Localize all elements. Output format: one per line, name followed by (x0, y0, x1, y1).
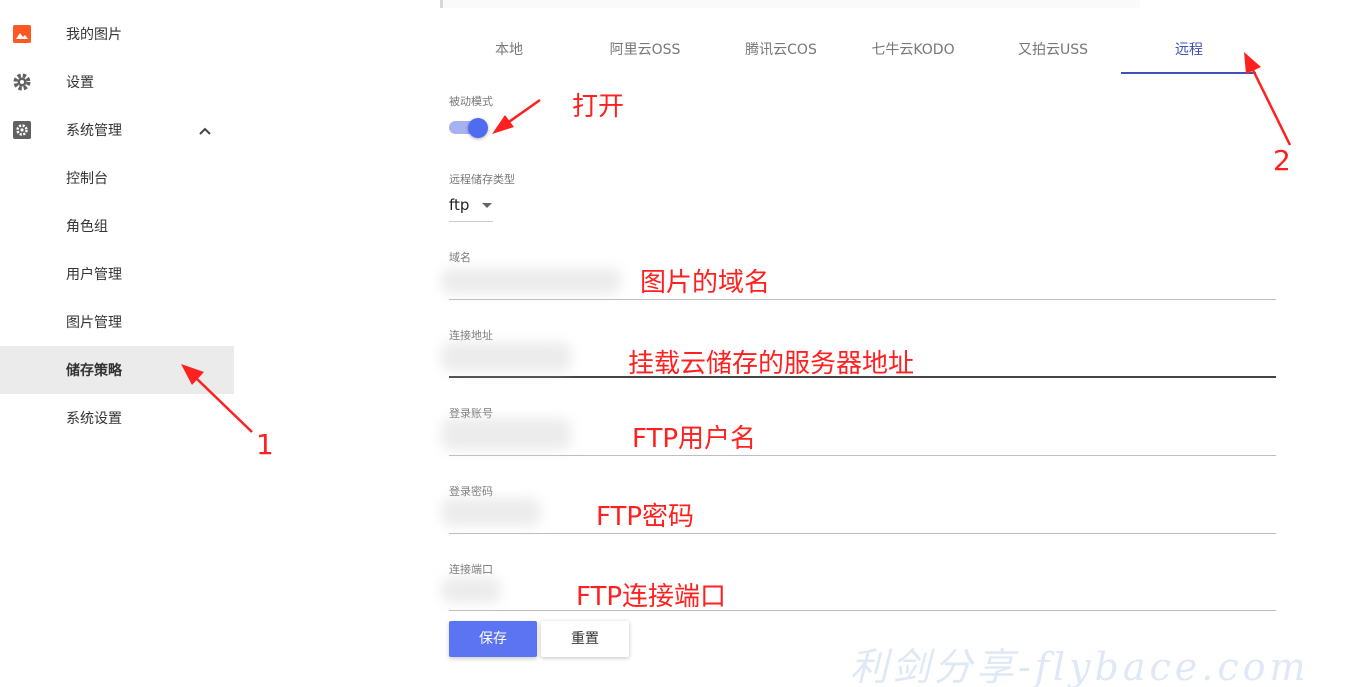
tab-local[interactable]: 本地 (441, 30, 577, 74)
sidebar-item-storage-strategy[interactable]: 储存策略 (0, 346, 234, 394)
annotation-marker-2: 2 (1273, 144, 1291, 177)
password-field[interactable] (441, 498, 1276, 534)
reset-button[interactable]: 重置 (541, 621, 629, 657)
image-icon (12, 24, 32, 44)
annotation-marker-1: 1 (256, 428, 274, 461)
sidebar-item-label: 设置 (66, 75, 94, 91)
toggle-knob (468, 118, 488, 138)
sidebar-item-my-images[interactable]: 我的图片 (0, 10, 234, 58)
redacted-value (441, 498, 541, 526)
storage-type-select[interactable]: ftp (449, 192, 493, 222)
sidebar-item-user-management[interactable]: 用户管理 (0, 250, 234, 298)
passive-mode-label: 被动模式 (449, 95, 493, 108)
sidebar-item-label: 控制台 (66, 171, 108, 187)
tab-qiniu-kodo[interactable]: 七牛云KODO (845, 30, 981, 74)
redacted-value (441, 577, 501, 603)
host-label: 连接地址 (449, 329, 493, 342)
annotation-toggle: 打开 (572, 92, 625, 122)
tab-upyun-uss[interactable]: 又拍云USS (985, 30, 1121, 74)
annotation-port: FTP连接端口 (576, 582, 727, 612)
domain-label: 域名 (449, 251, 471, 264)
annotation-password: FTP密码 (596, 502, 695, 532)
annotation-account: FTP用户名 (632, 424, 757, 454)
annotation-host: 挂载云储存的服务器地址 (628, 349, 915, 379)
redacted-value (441, 342, 571, 372)
annotation-domain: 图片的域名 (640, 268, 771, 298)
sidebar-item-label: 系统管理 (66, 123, 122, 139)
domain-field[interactable] (441, 268, 1276, 300)
sidebar-item-label: 系统设置 (66, 411, 122, 427)
sidebar: 我的图片 设置 系统管理 控制台 角色组 用户管理 图片管理 储存策略 系统设置 (0, 0, 234, 687)
watermark: 利剑分享-flybace.com (850, 645, 1310, 687)
sidebar-item-role-groups[interactable]: 角色组 (0, 202, 234, 250)
sidebar-item-label: 角色组 (66, 219, 108, 235)
password-label: 登录密码 (449, 485, 493, 498)
tab-aliyun-oss[interactable]: 阿里云OSS (577, 30, 713, 74)
sidebar-item-label: 储存策略 (66, 363, 122, 379)
sidebar-item-image-management[interactable]: 图片管理 (0, 298, 234, 346)
tab-remote[interactable]: 远程 (1121, 30, 1257, 74)
sidebar-item-system-management[interactable]: 系统管理 (0, 106, 234, 154)
sidebar-item-console[interactable]: 控制台 (0, 154, 234, 202)
storage-type-value: ftp (449, 196, 470, 214)
account-field[interactable] (441, 418, 1276, 456)
sidebar-item-settings[interactable]: 设置 (0, 58, 234, 106)
storage-type-label: 远程储存类型 (449, 173, 515, 186)
settings-box-icon (12, 120, 32, 140)
sidebar-item-label: 用户管理 (66, 267, 122, 283)
sidebar-item-system-settings[interactable]: 系统设置 (0, 394, 234, 442)
caret-down-icon (482, 203, 492, 208)
gear-icon (12, 72, 32, 92)
port-label: 连接端口 (449, 563, 493, 576)
redacted-value (441, 418, 571, 450)
sidebar-item-label: 我的图片 (66, 27, 122, 43)
save-button[interactable]: 保存 (449, 621, 537, 657)
port-field[interactable] (441, 577, 1276, 611)
chevron-up-icon[interactable] (198, 124, 212, 138)
passive-mode-toggle[interactable] (449, 118, 489, 138)
arrow-to-toggle (492, 98, 541, 134)
tab-tencent-cos[interactable]: 腾讯云COS (713, 30, 849, 74)
redacted-value (441, 268, 621, 294)
sidebar-item-label: 图片管理 (66, 315, 122, 331)
tab-active-indicator (1121, 72, 1256, 74)
notice-bar (440, 0, 1140, 8)
